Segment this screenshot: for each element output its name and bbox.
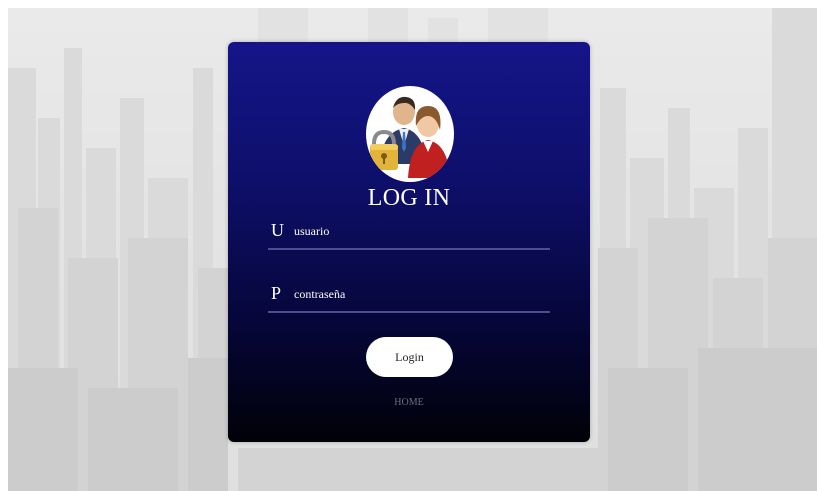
username-input[interactable]: [294, 221, 544, 241]
password-field: P: [268, 281, 550, 313]
username-letter-icon: U: [271, 220, 284, 240]
login-card: LOG IN U P Login HOME: [228, 42, 590, 442]
login-title: LOG IN: [367, 185, 451, 211]
home-link[interactable]: HOME: [228, 397, 590, 408]
password-letter-icon: P: [271, 283, 282, 303]
login-button[interactable]: Login: [366, 337, 453, 377]
password-input[interactable]: [294, 284, 544, 304]
users-lock-icon: [366, 86, 454, 182]
username-field: U: [268, 218, 550, 250]
